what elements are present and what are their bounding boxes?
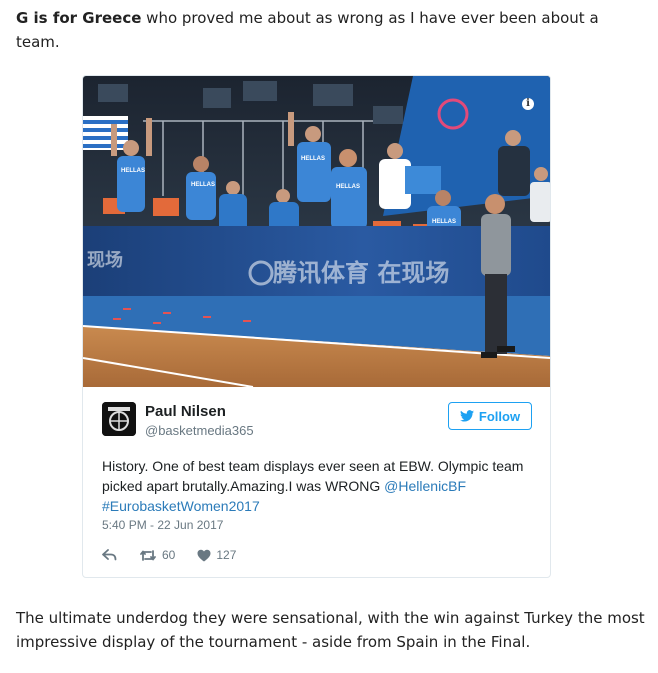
like-button[interactable]: 127 bbox=[197, 548, 236, 562]
intro-paragraph: G is for Greece who proved me about as w… bbox=[16, 6, 636, 54]
follow-label: Follow bbox=[478, 408, 521, 424]
avatar[interactable] bbox=[102, 402, 136, 436]
retweet-icon bbox=[140, 549, 156, 561]
reply-button[interactable] bbox=[102, 549, 117, 561]
jersey-label: HELLAS bbox=[121, 168, 145, 174]
jersey-label: HELLAS bbox=[301, 156, 325, 162]
board-text-left: 现场 bbox=[87, 250, 123, 271]
outro-paragraph: The ultimate underdog they were sensatio… bbox=[16, 609, 645, 651]
heart-icon bbox=[197, 549, 211, 561]
tweet-text: History. One of best team displays ever … bbox=[102, 456, 542, 516]
hashtag-link[interactable]: #EurobasketWomen2017 bbox=[102, 498, 260, 514]
like-count: 127 bbox=[216, 548, 237, 562]
jersey-label: HELLAS bbox=[336, 184, 360, 190]
retweet-button[interactable]: 60 bbox=[139, 548, 175, 562]
follow-button[interactable]: Follow bbox=[448, 402, 532, 430]
retweet-count: 60 bbox=[162, 548, 176, 562]
tweet-actions: 60 127 bbox=[102, 546, 258, 564]
jersey-label: HELLAS bbox=[191, 182, 215, 188]
author-name[interactable]: Paul Nilsen bbox=[145, 403, 226, 420]
mention-link[interactable]: @HellenicBF bbox=[384, 478, 466, 494]
tweet-timestamp[interactable]: 5:40 PM - 22 Jun 2017 bbox=[102, 518, 223, 532]
embedded-tweet[interactable]: HELLAS HELLAS HELLAS HELLAS HELLAS 现场 腾讯… bbox=[82, 75, 551, 578]
twitter-bird-icon bbox=[459, 410, 474, 422]
author-handle[interactable]: @basketmedia365 bbox=[145, 423, 254, 438]
tweet-author: Paul Nilsen @basketmedia365 Follow bbox=[102, 401, 532, 441]
info-icon[interactable]: i bbox=[522, 98, 534, 110]
jersey-label: HELLAS bbox=[432, 219, 456, 225]
tweet-photo[interactable]: HELLAS HELLAS HELLAS HELLAS HELLAS 现场 腾讯… bbox=[83, 76, 550, 387]
intro-lead: G is for Greece bbox=[16, 9, 142, 27]
board-text: 腾讯体育 在现场 bbox=[273, 259, 449, 287]
reply-icon bbox=[102, 549, 117, 561]
